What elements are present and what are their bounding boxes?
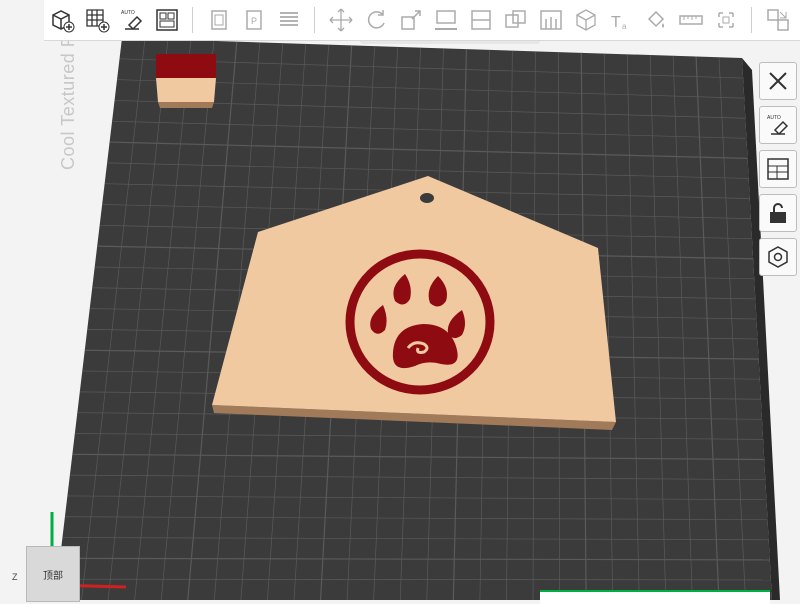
seam-paint-icon <box>576 9 596 31</box>
hang-hole <box>420 193 434 203</box>
scale-icon <box>401 10 421 30</box>
support-paint-button[interactable] <box>534 3 568 37</box>
auto-orient-icon: AUTO <box>121 10 143 31</box>
toolbar-separator <box>314 7 315 33</box>
axis-z-label: Z <box>12 572 18 582</box>
boolean-button[interactable] <box>499 3 533 37</box>
support-paint-icon <box>540 10 562 30</box>
plate-settings-button[interactable] <box>759 238 797 276</box>
auto-orient-side-button[interactable]: AUTO <box>759 106 797 144</box>
svg-text:a: a <box>622 22 627 31</box>
right-panel: AUTO <box>756 62 800 282</box>
split-parts-button[interactable]: P <box>237 3 271 37</box>
variable-layer-icon <box>280 12 298 26</box>
arrange-icon <box>767 158 789 180</box>
top-toolbar: AUTO P Ta <box>44 0 800 41</box>
variable-layer-button[interactable] <box>272 3 306 37</box>
lock-icon <box>770 203 786 223</box>
auto-orient-button[interactable]: AUTO <box>115 3 149 37</box>
assembly-icon <box>718 12 734 28</box>
seam-paint-button[interactable] <box>569 3 603 37</box>
arrange-button[interactable] <box>150 3 184 37</box>
text-icon: Ta <box>611 14 627 31</box>
text-button[interactable]: Ta <box>604 3 638 37</box>
rotate-button[interactable] <box>359 3 393 37</box>
3d-viewport[interactable] <box>0 0 800 600</box>
filament-swatch-red <box>156 54 216 78</box>
split-parts-icon: P <box>246 10 262 30</box>
rotate-icon <box>367 10 385 29</box>
add-plate-button[interactable] <box>80 3 114 37</box>
color-paint-icon <box>647 10 665 28</box>
scale-button[interactable] <box>394 3 428 37</box>
filament-swatch-side <box>158 102 214 108</box>
lay-on-face-icon <box>435 10 457 30</box>
auto-orient-icon: AUTO <box>767 115 789 136</box>
cut-icon <box>471 10 491 30</box>
split-objects-button[interactable] <box>202 3 236 37</box>
cut-button[interactable] <box>464 3 498 37</box>
view-cube[interactable]: 顶部 <box>26 546 80 602</box>
arrange-side-button[interactable] <box>759 150 797 188</box>
svg-text:P: P <box>251 16 257 26</box>
explode-view-button[interactable] <box>761 3 795 37</box>
close-button[interactable] <box>759 62 797 100</box>
hexagon-icon <box>768 246 788 268</box>
lock-button[interactable] <box>759 194 797 232</box>
color-paint-button[interactable] <box>639 3 673 37</box>
view-cube-label: 顶部 <box>43 570 63 582</box>
split-objects-icon <box>211 10 227 30</box>
svg-text:AUTO: AUTO <box>121 10 135 16</box>
toolbar-separator <box>751 7 752 33</box>
move-button[interactable] <box>324 3 358 37</box>
bottom-status-strip <box>540 590 770 604</box>
move-icon <box>329 8 353 32</box>
arrange-icon <box>156 9 178 31</box>
close-icon <box>769 72 787 90</box>
filament-swatch[interactable] <box>156 54 216 108</box>
lay-on-face-button[interactable] <box>429 3 463 37</box>
measure-button[interactable] <box>674 3 708 37</box>
explode-view-icon <box>767 9 789 31</box>
measure-icon <box>679 15 703 25</box>
add-object-button[interactable] <box>45 3 79 37</box>
toolbar-separator <box>192 7 193 33</box>
assembly-button[interactable] <box>709 3 743 37</box>
add-plate-icon <box>86 9 110 33</box>
svg-text:T: T <box>611 14 621 31</box>
svg-text:AUTO: AUTO <box>767 115 781 121</box>
boolean-icon <box>505 10 526 28</box>
filament-swatch-beige <box>156 78 216 102</box>
add-object-icon <box>52 10 75 33</box>
